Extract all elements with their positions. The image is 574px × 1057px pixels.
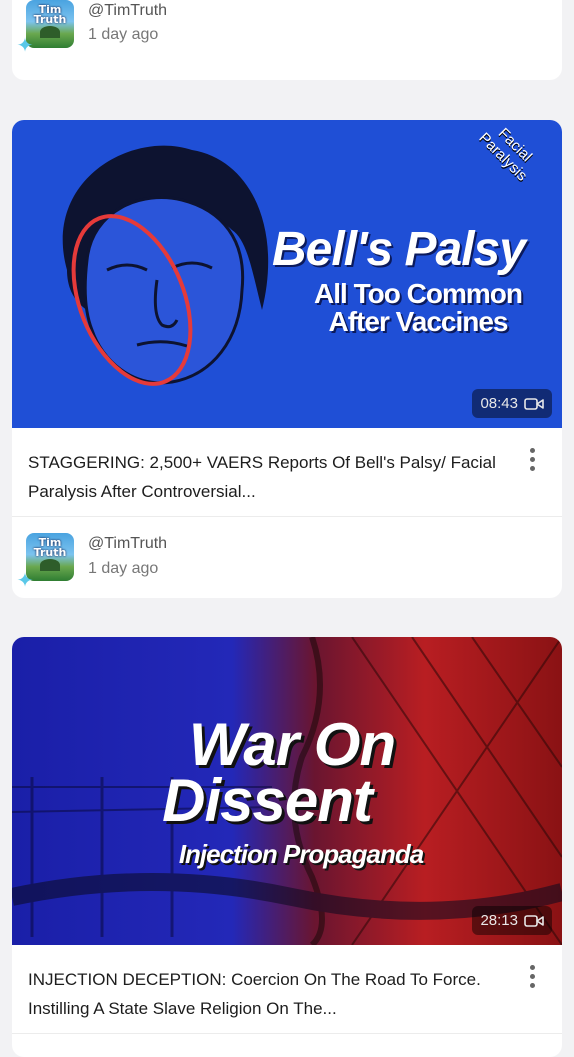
sparkle-icon: ✦ bbox=[16, 568, 34, 592]
video-thumbnail[interactable]: Facial Paralysis Bell's Palsy All Too Com… bbox=[12, 120, 562, 428]
video-title-area[interactable]: INJECTION DECEPTION: Coercion On The Roa… bbox=[12, 945, 562, 1034]
globe-icon bbox=[40, 26, 60, 38]
thumbnail-subline-2: After Vaccines bbox=[328, 306, 509, 337]
channel-handle[interactable]: @TimTruth bbox=[88, 535, 167, 553]
thumbnail-subline-1: All Too Common bbox=[314, 278, 523, 309]
video-camera-icon bbox=[524, 397, 544, 410]
duration-text: 28:13 bbox=[480, 912, 518, 929]
author-row[interactable]: Tim Truth ✦ @TimTruth 1 day ago bbox=[12, 0, 562, 80]
channel-handle[interactable]: @TimTruth bbox=[88, 2, 167, 20]
thumbnail-headline: Bell's Palsy bbox=[272, 223, 526, 276]
post-time: 1 day ago bbox=[88, 560, 159, 577]
video-title-area[interactable]: STAGGERING: 2,500+ VAERS Reports Of Bell… bbox=[12, 428, 562, 517]
video-title[interactable]: INJECTION DECEPTION: Coercion On The Roa… bbox=[28, 965, 498, 1023]
more-options-button[interactable] bbox=[520, 965, 544, 995]
video-card: War On Dissent Injection Propaganda 28:1… bbox=[12, 637, 562, 1057]
duration-badge: 08:43 bbox=[472, 389, 552, 418]
thumbnail-subline: All Too Common After Vaccines bbox=[288, 280, 548, 336]
globe-icon bbox=[40, 559, 60, 571]
thumbnail-subline: Injection Propaganda bbox=[178, 839, 424, 869]
thumbnail-headline-1: War On bbox=[188, 711, 396, 778]
more-options-button[interactable] bbox=[520, 448, 544, 478]
video-card: Facial Paralysis Bell's Palsy All Too Com… bbox=[12, 120, 562, 598]
channel-card: Tim Truth ✦ @TimTruth 1 day ago bbox=[12, 0, 562, 80]
thumbnail-headline-2: Dissent bbox=[162, 767, 373, 834]
author-row[interactable]: Tim Truth ✦ @TimTruth 1 day ago bbox=[12, 517, 562, 598]
avatar-text-line-2: Truth bbox=[33, 13, 67, 26]
video-camera-icon bbox=[524, 914, 544, 927]
post-time: 1 day ago bbox=[88, 26, 159, 43]
video-title[interactable]: STAGGERING: 2,500+ VAERS Reports Of Bell… bbox=[28, 448, 498, 506]
thumbnail-headline: War On Dissent bbox=[12, 711, 562, 834]
sparkle-icon: ✦ bbox=[16, 33, 34, 57]
duration-text: 08:43 bbox=[480, 395, 518, 412]
duration-badge: 28:13 bbox=[472, 906, 552, 935]
avatar-text-line-2: Truth bbox=[33, 546, 67, 559]
video-thumbnail[interactable]: War On Dissent Injection Propaganda 28:1… bbox=[12, 637, 562, 945]
